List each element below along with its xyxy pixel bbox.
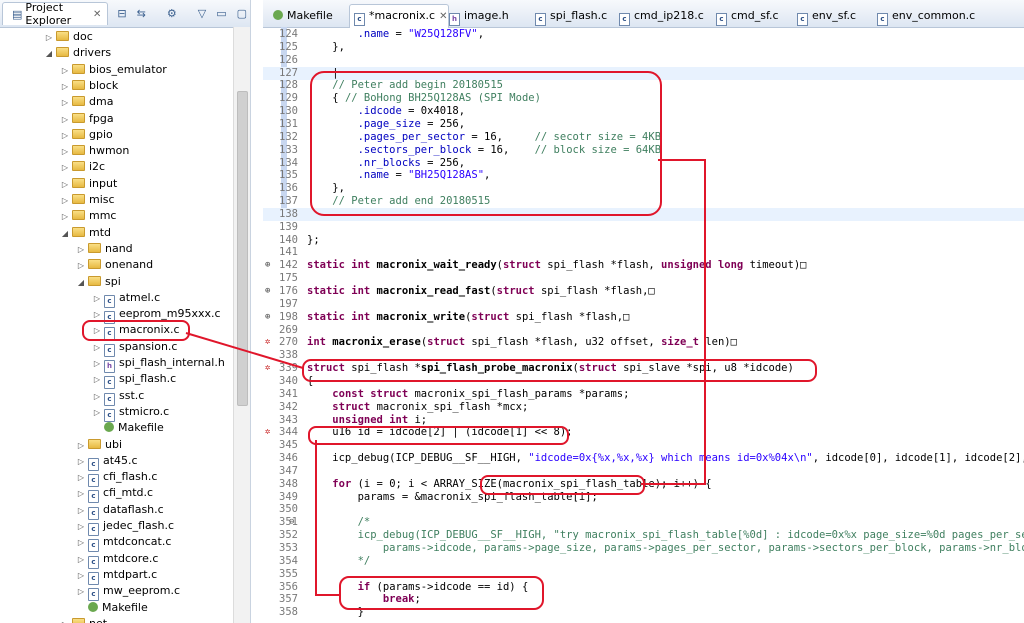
annotation-lines [185, 159, 706, 596]
